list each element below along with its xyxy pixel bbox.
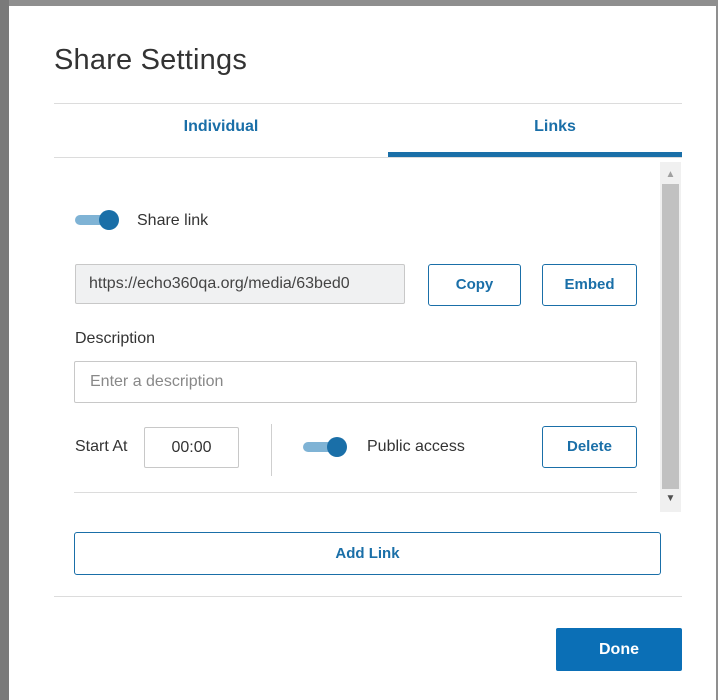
links-panel-scrollbar[interactable]: ▲ ▼ (660, 162, 681, 512)
triangle-up-icon[interactable]: ▲ (660, 168, 681, 182)
description-label: Description (75, 330, 156, 347)
title-divider (54, 103, 682, 104)
start-at-input[interactable]: 00:00 (144, 427, 239, 468)
embed-button[interactable]: Embed (542, 264, 637, 306)
triangle-down-icon[interactable]: ▼ (660, 492, 681, 506)
dialog-title: Share Settings (54, 44, 248, 76)
add-link-button[interactable]: Add Link (74, 532, 661, 575)
vertical-divider (271, 424, 272, 476)
share-url-field[interactable]: https://echo360qa.org/media/63bed0 (75, 264, 405, 304)
share-link-toggle[interactable] (75, 208, 121, 232)
toggle-knob (99, 210, 119, 230)
scrollbar-thumb[interactable] (662, 184, 679, 489)
done-button[interactable]: Done (556, 628, 682, 671)
active-tab-indicator (388, 152, 682, 157)
delete-button[interactable]: Delete (542, 426, 637, 468)
public-access-label: Public access (367, 438, 465, 455)
public-access-toggle[interactable] (303, 435, 349, 459)
tab-individual[interactable]: Individual (54, 112, 388, 158)
footer-divider (54, 596, 682, 597)
copy-button[interactable]: Copy (428, 264, 521, 306)
link-item-divider (74, 492, 637, 493)
share-settings-dialog: Share Settings Individual Links ▲ ▼ Shar… (9, 6, 716, 700)
description-input[interactable]: Enter a description (74, 361, 637, 403)
share-link-label: Share link (137, 212, 209, 229)
window-frame-left (0, 0, 9, 700)
toggle-knob (327, 437, 347, 457)
start-at-label: Start At (75, 438, 128, 455)
tabs-divider (54, 157, 682, 158)
